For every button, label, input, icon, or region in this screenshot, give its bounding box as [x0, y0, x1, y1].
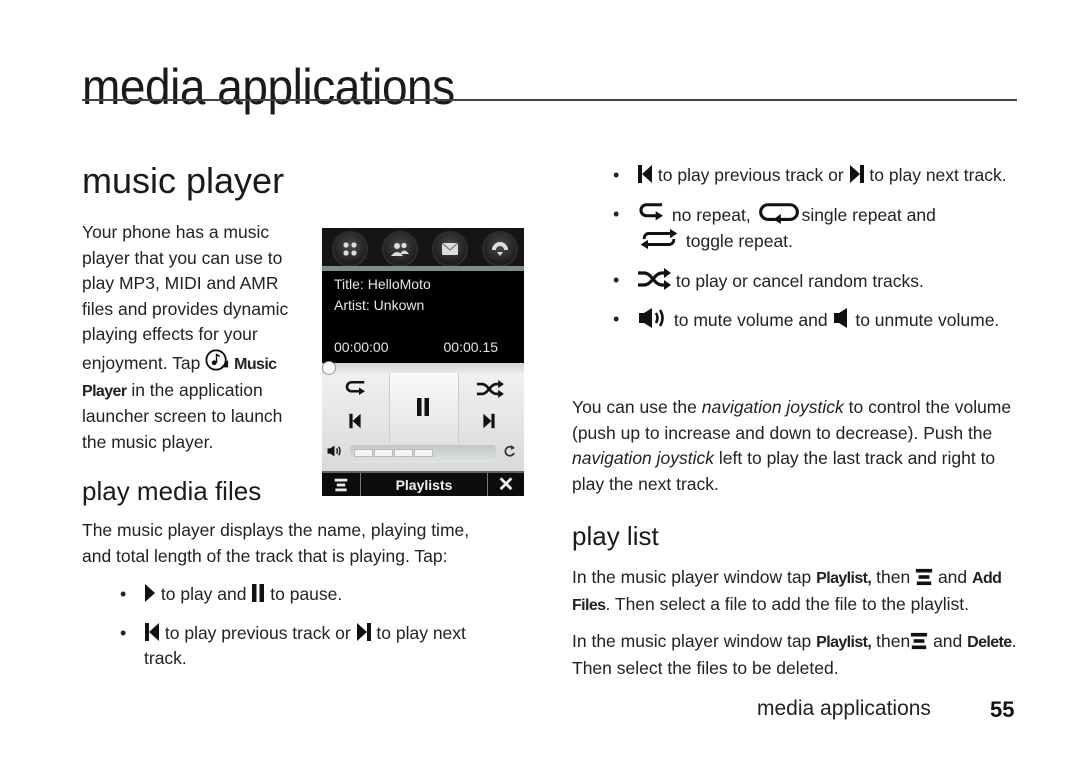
- volume-slider[interactable]: [350, 445, 496, 463]
- bullet-dot: •: [613, 203, 620, 224]
- para-text: . Then select a file to add the file to …: [605, 593, 969, 614]
- ui-term-playlist: Playlist,: [816, 634, 872, 651]
- refresh-icon[interactable]: [504, 445, 516, 457]
- volume-segment: [394, 449, 413, 457]
- bullet-text: to play previous track or: [657, 165, 844, 185]
- next-track-button[interactable]: [482, 413, 496, 429]
- control-bullets: • to play previous track or to play next…: [613, 163, 1013, 347]
- bullet-play-pause: • to play and to pause.: [120, 582, 510, 608]
- phone-bottom-bar: Playlists ✕: [322, 471, 524, 496]
- para-text: and: [933, 631, 963, 651]
- previous-track-icon: [637, 164, 653, 184]
- music-player-app-icon: [205, 348, 229, 372]
- para-text: In the music player window tap: [572, 631, 812, 651]
- bullet-text: to play and: [160, 584, 247, 604]
- progress-track[interactable]: [322, 363, 524, 373]
- message-envelope-icon[interactable]: [432, 231, 468, 267]
- playlist-delete-paragraph: In the music player window tap Playlist,…: [572, 629, 1022, 681]
- bullet-dot: •: [120, 622, 127, 643]
- next-track-icon: [849, 164, 865, 184]
- section-heading-play-list: play list: [572, 521, 659, 551]
- track-artist: Artist: Unkown: [334, 297, 425, 313]
- contacts-icon[interactable]: [382, 231, 418, 267]
- elapsed-time: 00:00:00: [334, 339, 389, 355]
- bullet-text: to mute volume and: [673, 310, 828, 331]
- track-info-panel: Title: HelloMoto Artist: Unkown 00:00:00…: [322, 271, 524, 363]
- music-player-screenshot: Title: HelloMoto Artist: Unkown 00:00:00…: [322, 228, 524, 496]
- track-title: Title: HelloMoto: [334, 276, 431, 292]
- ui-term-delete: Delete: [967, 634, 1012, 651]
- bullet-text: to pause.: [270, 584, 343, 604]
- menu-lines-icon: [910, 632, 928, 650]
- pause-button[interactable]: [389, 373, 459, 443]
- bullet-volume: • to mute volume and to unmute volume.: [613, 307, 1013, 334]
- bullet-text: to unmute volume.: [855, 310, 1000, 331]
- repeat-button[interactable]: [344, 380, 368, 398]
- playlists-button[interactable]: Playlists: [361, 473, 487, 496]
- play-icon: [144, 583, 156, 603]
- music-player-intro: Your phone has a music player that you c…: [82, 220, 307, 455]
- bullet-text: toggle repeat.: [685, 231, 793, 252]
- bullet-repeat: • no repeat, single repeat and toggle re…: [613, 202, 1013, 255]
- title-divider: [82, 99, 1017, 101]
- phone-top-bar: [322, 228, 524, 267]
- next-track-icon: [356, 622, 372, 642]
- bullet-dot: •: [120, 584, 127, 604]
- volume-on-icon: [637, 307, 669, 329]
- bullet-text: to play next track.: [869, 165, 1007, 185]
- single-repeat-icon: [756, 202, 802, 224]
- menu-lines-icon[interactable]: [322, 473, 360, 496]
- close-x-icon[interactable]: ✕: [488, 473, 524, 496]
- progress-knob[interactable]: [322, 361, 336, 375]
- volume-icon[interactable]: [327, 445, 343, 457]
- joystick-paragraph: You can use the navigation joystick to c…: [572, 395, 1012, 497]
- footer-section-label: media applications: [757, 697, 931, 720]
- toggle-repeat-icon: [637, 228, 681, 250]
- play-media-intro: The music player displays the name, play…: [82, 520, 470, 566]
- bullet-text: no repeat,: [671, 204, 751, 225]
- volume-muted-icon: [832, 307, 850, 329]
- menu-lines-icon: [915, 568, 933, 586]
- total-time: 00:00.15: [443, 339, 499, 355]
- section-heading-play-media-files: play media files: [82, 476, 262, 506]
- para-text: then: [876, 567, 911, 587]
- section-heading-music-player: music player: [82, 160, 285, 201]
- volume-segment: [374, 449, 393, 457]
- playlist-add-paragraph: In the music player window tap Playlist,…: [572, 565, 1022, 618]
- intro-text-before: Your phone has a music player that you c…: [82, 222, 289, 373]
- bullet-dot: •: [613, 269, 620, 290]
- dialer-phone-icon[interactable]: [482, 231, 518, 267]
- apps-grid-icon[interactable]: [332, 231, 368, 267]
- volume-segment: [354, 449, 373, 457]
- bullet-prev-next: • to play previous track or to play next…: [613, 163, 1013, 189]
- no-repeat-icon: [637, 202, 667, 224]
- emphasis-term: navigation joystick: [701, 397, 844, 417]
- para-text: In the music player window tap: [572, 567, 812, 587]
- previous-track-icon: [144, 622, 160, 642]
- para-text: and: [937, 567, 968, 587]
- page-number: 55: [990, 697, 1015, 722]
- emphasis-term: navigation joystick: [572, 448, 715, 469]
- bullet-dot: •: [613, 309, 620, 330]
- bullet-text: to play or cancel random tracks.: [675, 270, 924, 291]
- bullet-text: to play previous track or: [164, 622, 351, 643]
- para-text: then: [876, 631, 911, 651]
- bullet-text: single repeat and: [801, 204, 936, 225]
- player-controls: [322, 361, 524, 471]
- shuffle-icon: [637, 268, 671, 290]
- previous-track-button[interactable]: [348, 413, 362, 429]
- bullet-prev-next: • to play previous track or to play next…: [120, 621, 510, 672]
- pause-icon: [251, 583, 265, 603]
- page-title: media applications: [82, 58, 455, 115]
- shuffle-button[interactable]: [476, 380, 504, 398]
- play-media-bullets: • to play and to pause. • to play previo…: [120, 582, 510, 685]
- volume-segment: [414, 449, 433, 457]
- bullet-dot: •: [613, 165, 620, 185]
- ui-term-playlist: Playlist,: [816, 570, 872, 587]
- bullet-shuffle: • to play or cancel random tracks.: [613, 268, 1013, 295]
- para-text: You can use the: [572, 397, 697, 417]
